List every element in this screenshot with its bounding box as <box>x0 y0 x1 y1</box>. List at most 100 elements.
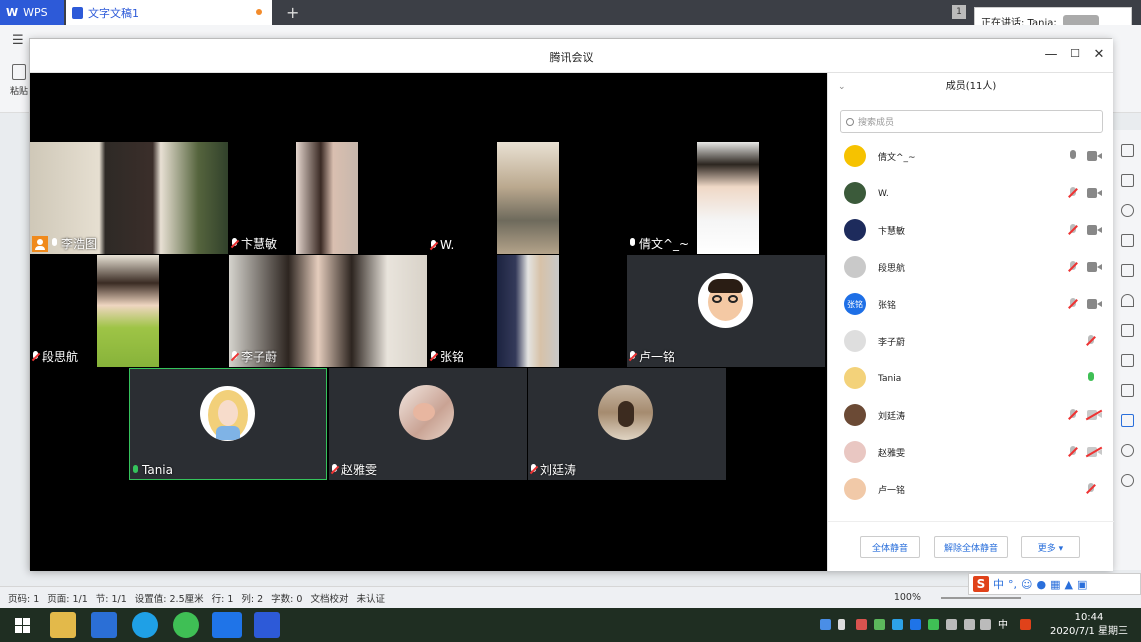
member-search-input[interactable]: 搜索成员 <box>840 110 1103 133</box>
wifi-icon[interactable] <box>964 619 975 630</box>
collapse-chevron-icon[interactable]: ⌄ <box>838 73 846 101</box>
ime-toolbar[interactable]: S 中 °, ☺ ● ▦ ▲ ▣ <box>968 573 1141 595</box>
new-tab-button[interactable]: + <box>280 0 305 25</box>
proof-button[interactable]: 文档校对 <box>310 591 348 605</box>
file-explorer-icon[interactable] <box>50 612 76 638</box>
star-icon[interactable] <box>1121 294 1134 307</box>
maximize-button[interactable]: ☐ <box>1067 47 1083 60</box>
ie-browser-icon[interactable] <box>132 612 158 638</box>
mic-muted-icon[interactable] <box>1087 335 1095 347</box>
punctuation-icon[interactable]: °, <box>1008 578 1017 591</box>
tray-app-icon[interactable] <box>928 619 939 630</box>
zoom-level[interactable]: 100% <box>894 592 921 603</box>
camera-icon[interactable] <box>1087 225 1102 235</box>
video-tile[interactable]: 卞慧敏 <box>229 142 427 254</box>
camera-icon[interactable] <box>1087 151 1102 161</box>
mic-icon[interactable] <box>1087 372 1095 384</box>
avatar-tile[interactable]: 刘廷涛 <box>528 368 726 480</box>
shield-icon[interactable] <box>1121 414 1134 427</box>
tab-document[interactable]: 文字文稿1 <box>66 0 272 25</box>
member-row[interactable]: 刘廷涛 <box>828 397 1114 434</box>
member-list[interactable]: 倩文^_~ W. 卞慧敏 段思航 张铭 张铭 李子蔚 Tania 刘廷涛 赵雅雯 卢一铭 <box>828 136 1114 521</box>
member-row[interactable]: 张铭 张铭 <box>828 286 1114 323</box>
input-language[interactable]: 中 <box>998 616 1009 631</box>
mute-all-button[interactable]: 全体静音 <box>860 536 920 558</box>
video-tile[interactable]: 段思航 <box>30 255 228 367</box>
ime-mode[interactable]: 中 <box>993 576 1004 592</box>
tencent-meeting-icon[interactable] <box>212 612 242 638</box>
cursor-icon[interactable] <box>1121 174 1134 187</box>
unmute-all-button[interactable]: 解除全体静音 <box>934 536 1008 558</box>
camera-icon[interactable] <box>1087 299 1102 309</box>
image-icon[interactable] <box>1121 384 1134 397</box>
360-browser-icon[interactable] <box>173 612 199 638</box>
mic-muted-icon[interactable] <box>1069 298 1077 310</box>
skin-icon[interactable]: ▲ <box>1064 578 1072 591</box>
video-tile[interactable]: 张铭 <box>428 255 626 367</box>
status-words[interactable]: 字数: 0 <box>271 591 302 605</box>
member-avatar <box>844 219 866 241</box>
store-icon[interactable] <box>91 612 117 638</box>
system-clock[interactable]: 10:44 2020/7/1 星期三 <box>1044 611 1134 639</box>
avatar-tile[interactable]: 赵雅雯 <box>329 368 527 480</box>
mic-muted-icon[interactable] <box>1069 409 1077 421</box>
zoom-slider[interactable] <box>941 596 1021 599</box>
video-tile[interactable]: 李浩图 <box>30 142 228 254</box>
hamburger-menu-icon[interactable]: ☰ <box>12 33 24 48</box>
tab-wps-home[interactable]: W WPS <box>0 0 64 25</box>
mic-muted-icon[interactable] <box>1069 224 1077 236</box>
camera-off-icon[interactable] <box>1085 409 1103 421</box>
copy-icon[interactable] <box>1121 264 1134 277</box>
mic-icon[interactable] <box>1069 150 1077 162</box>
video-tile[interactable]: 倩文^_~ <box>627 142 825 254</box>
member-row[interactable]: Tania <box>828 360 1114 397</box>
tray-app-icon[interactable] <box>874 619 885 630</box>
tray-app-icon[interactable] <box>820 619 831 630</box>
mic-muted-icon[interactable] <box>1087 483 1095 495</box>
tray-app-icon[interactable] <box>910 619 921 630</box>
sogou-tray-icon[interactable] <box>1020 619 1031 630</box>
participant-label: W. <box>430 238 454 252</box>
mic-muted-icon[interactable] <box>1069 446 1077 458</box>
window-count-badge[interactable]: 1 <box>952 5 966 19</box>
help-icon[interactable] <box>1121 474 1134 487</box>
shape-icon[interactable] <box>1121 204 1134 217</box>
member-row[interactable]: 倩文^_~ <box>828 138 1114 175</box>
member-row[interactable]: 赵雅雯 <box>828 434 1114 471</box>
search-icon <box>846 117 854 126</box>
member-row[interactable]: 段思航 <box>828 249 1114 286</box>
member-row[interactable]: 李子蔚 <box>828 323 1114 360</box>
close-button[interactable]: ✕ <box>1091 47 1107 62</box>
camera-off-icon[interactable] <box>1085 446 1103 458</box>
camera-icon[interactable] <box>1087 262 1102 272</box>
wps-icon[interactable] <box>254 612 280 638</box>
emoji-icon[interactable]: ☺ <box>1021 578 1032 591</box>
keyboard-icon[interactable]: ▦ <box>1050 578 1060 591</box>
microphone-tray-icon[interactable] <box>838 619 845 630</box>
toolbox-icon[interactable]: ▣ <box>1077 578 1087 591</box>
volume-icon[interactable] <box>980 619 991 630</box>
archive-icon[interactable] <box>1121 354 1134 367</box>
more-button[interactable]: 更多 ▾ <box>1021 536 1080 558</box>
avatar-tile-active-speaker[interactable]: Tania <box>129 368 327 480</box>
minimize-button[interactable]: — <box>1043 47 1059 62</box>
adjust-icon[interactable] <box>1121 234 1134 247</box>
history-icon[interactable] <box>1121 444 1134 457</box>
mic-muted-icon[interactable] <box>1069 261 1077 273</box>
cert-status[interactable]: 未认证 <box>356 591 385 605</box>
mic-muted-icon[interactable] <box>1069 187 1077 199</box>
tray-app-icon[interactable] <box>892 619 903 630</box>
member-row[interactable]: 卞慧敏 <box>828 212 1114 249</box>
avatar-tile[interactable]: 卢一铭 <box>627 255 825 367</box>
start-button[interactable] <box>10 612 36 638</box>
tray-app-icon[interactable] <box>856 619 867 630</box>
share-icon[interactable] <box>1121 324 1134 337</box>
video-tile[interactable]: W. <box>428 142 626 254</box>
member-row[interactable]: 卢一铭 <box>828 471 1114 508</box>
member-row[interactable]: W. <box>828 175 1114 212</box>
tray-app-icon[interactable] <box>946 619 957 630</box>
camera-icon[interactable] <box>1087 188 1102 198</box>
voice-icon[interactable]: ● <box>1036 578 1046 591</box>
video-tile[interactable]: 李子蔚 <box>229 255 427 367</box>
pen-icon[interactable] <box>1121 144 1134 157</box>
